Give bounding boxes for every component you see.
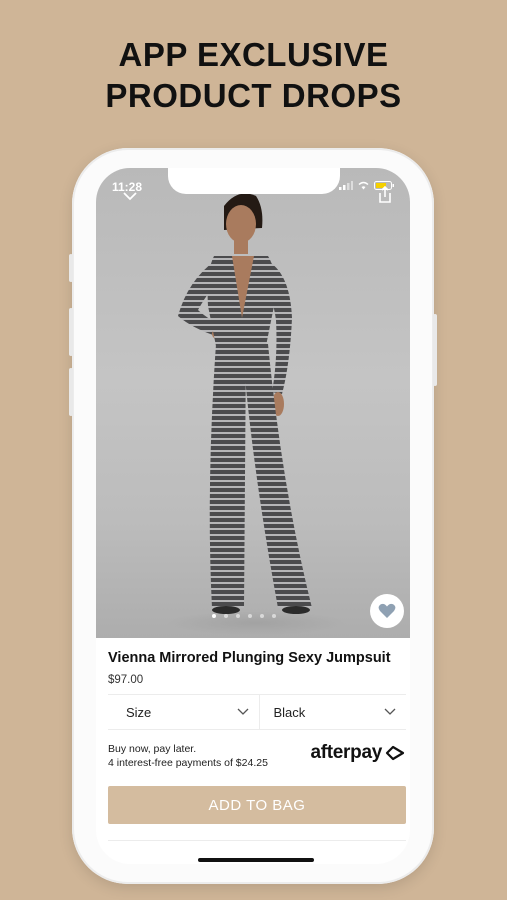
- variant-selectors: Size Black: [108, 694, 406, 730]
- color-select[interactable]: Black: [258, 695, 407, 729]
- add-to-bag-button[interactable]: ADD TO BAG: [108, 786, 406, 824]
- app-screen: 11:28 Vienna Mirrored Plunging Sexy Jump…: [96, 168, 410, 864]
- pagination-dot[interactable]: [212, 614, 216, 618]
- afterpay-arrows-icon: [385, 745, 405, 761]
- pagination-dot[interactable]: [236, 614, 240, 618]
- product-price: $97.00: [108, 674, 144, 686]
- afterpay-info: Buy now, pay later. 4 interest-free paym…: [108, 742, 268, 770]
- chevron-down-icon[interactable]: [122, 188, 138, 206]
- pagination-dot[interactable]: [224, 614, 228, 618]
- wifi-icon: [358, 181, 369, 190]
- volume-down-button: [69, 368, 73, 416]
- model-figure: [166, 193, 346, 635]
- chevron-down-icon: [384, 708, 396, 715]
- promo-line-2: PRODUCT DROPS: [105, 77, 402, 114]
- afterpay-logo-text: afterpay: [310, 742, 382, 763]
- afterpay-line-1: Buy now, pay later.: [108, 743, 197, 755]
- promo-line-1: APP EXCLUSIVE: [118, 36, 389, 73]
- afterpay-logo[interactable]: afterpay: [310, 742, 406, 764]
- heart-icon: [378, 603, 396, 618]
- size-select[interactable]: Size: [108, 695, 259, 729]
- image-pagination[interactable]: [212, 614, 276, 618]
- afterpay-line-2: 4 interest-free payments of $24.25: [108, 757, 268, 769]
- color-select-value: Black: [273, 704, 306, 720]
- phone-notch: [168, 168, 340, 194]
- chevron-down-icon: [237, 708, 248, 715]
- divider: [108, 840, 406, 841]
- cellular-signal-icon: [339, 181, 353, 190]
- mute-switch: [69, 254, 73, 282]
- share-icon[interactable]: [377, 185, 393, 209]
- power-button: [433, 314, 437, 386]
- pagination-dot[interactable]: [260, 614, 264, 618]
- product-title: Vienna Mirrored Plunging Sexy Jumpsuit: [108, 650, 391, 666]
- phone-frame: 11:28 Vienna Mirrored Plunging Sexy Jump…: [69, 148, 437, 884]
- favorite-button[interactable]: [370, 594, 404, 628]
- home-indicator[interactable]: [198, 858, 314, 862]
- promo-headline: APP EXCLUSIVE PRODUCT DROPS: [0, 34, 507, 116]
- size-select-label: Size: [126, 704, 152, 720]
- volume-up-button: [69, 308, 73, 356]
- pagination-dot[interactable]: [272, 614, 276, 618]
- pagination-dot[interactable]: [248, 614, 252, 618]
- product-image[interactable]: 11:28: [96, 168, 410, 638]
